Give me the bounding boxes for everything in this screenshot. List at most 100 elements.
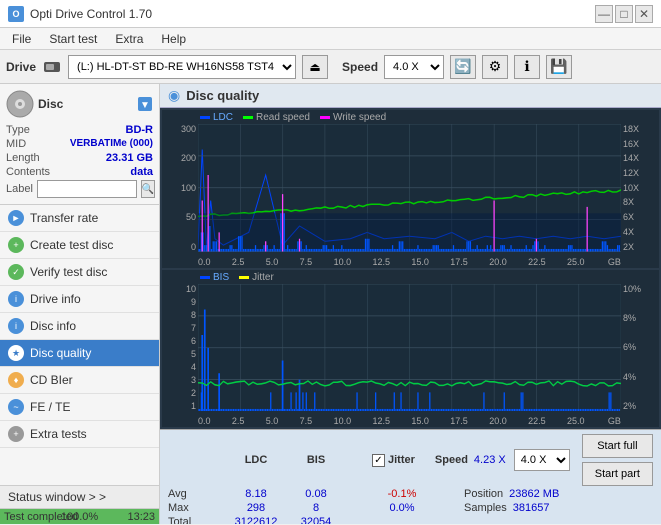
- chart2-x-axis: 0.0 2.5 5.0 7.5 10.0 12.5 15.0 17.5 20.0…: [198, 416, 621, 426]
- disc-quality-header: ◉ Disc quality: [160, 84, 661, 108]
- app-icon: O: [8, 6, 24, 22]
- y-label-right: 16X: [623, 139, 639, 149]
- y-label: 0: [191, 242, 196, 252]
- sidebar-item-cd-bier[interactable]: ♦ CD BIer: [0, 367, 159, 394]
- settings-button[interactable]: ⚙: [482, 55, 508, 79]
- disc-label-input[interactable]: [37, 180, 137, 198]
- progress-bar-container: Test completed 100.0% 13:23: [0, 508, 159, 524]
- svg-text:▼: ▼: [140, 100, 150, 111]
- save-button[interactable]: 💾: [546, 55, 572, 79]
- refresh-button[interactable]: 🔄: [450, 55, 476, 79]
- chart2-svg: [198, 284, 621, 412]
- status-window-button[interactable]: Status window > >: [0, 485, 159, 508]
- disc-type-value: BD-R: [126, 124, 154, 136]
- total-ldc: 3122612: [228, 516, 284, 524]
- drive-info-icon: i: [8, 291, 24, 307]
- status-window-label: Status window > >: [8, 490, 106, 504]
- menubar: File Start test Extra Help: [0, 28, 661, 50]
- y-label: 10: [186, 284, 196, 294]
- ldc-legend-color: [200, 116, 210, 119]
- sidebar-item-transfer-rate[interactable]: ► Transfer rate: [0, 205, 159, 232]
- stats-max-row: Max 298 8 0.0% Samples 381657: [164, 502, 657, 514]
- speed-select[interactable]: 4.0 X: [384, 55, 444, 79]
- sidebar-item-extra-tests[interactable]: + Extra tests: [0, 421, 159, 448]
- sidebar-item-label: Drive info: [30, 292, 81, 306]
- legend-jitter: Jitter: [239, 272, 274, 283]
- disc-contents-row: Contents data: [6, 166, 153, 178]
- menu-start-test[interactable]: Start test: [41, 30, 105, 48]
- chart2-y-axis-right: 10% 8% 6% 4% 2%: [621, 284, 659, 412]
- disc-length-row: Length 23.31 GB: [6, 152, 153, 164]
- speed-select-stats[interactable]: 4.0 X: [514, 449, 570, 471]
- menu-file[interactable]: File: [4, 30, 39, 48]
- sidebar-item-drive-info[interactable]: i Drive info: [0, 286, 159, 313]
- x-label: 17.5: [450, 257, 468, 267]
- eject-button[interactable]: ⏏: [302, 55, 328, 79]
- drive-select[interactable]: (L:) HL-DT-ST BD-RE WH16NS58 TST4: [68, 55, 296, 79]
- create-test-disc-icon: +: [8, 237, 24, 253]
- y-label-right: 14X: [623, 153, 639, 163]
- sidebar-item-label: Transfer rate: [30, 211, 98, 225]
- disc-length-label: Length: [6, 152, 40, 164]
- titlebar: O Opti Drive Control 1.70 — □ ✕: [0, 0, 661, 28]
- start-part-button[interactable]: Start part: [582, 462, 653, 486]
- x-label: 2.5: [232, 257, 245, 267]
- x-label: 25.0: [567, 416, 585, 426]
- minimize-button[interactable]: —: [595, 5, 613, 23]
- jitter-legend-color: [239, 276, 249, 279]
- y-label-right: 2X: [623, 242, 634, 252]
- disc-section-title: Disc: [38, 97, 63, 111]
- menu-extra[interactable]: Extra: [107, 30, 151, 48]
- disc-label-row: Label 🔍: [6, 180, 153, 198]
- jitter-legend-label: Jitter: [252, 272, 274, 283]
- y-label: 3: [191, 375, 196, 385]
- sidebar-item-disc-quality[interactable]: ★ Disc quality: [0, 340, 159, 367]
- transfer-rate-icon: ►: [8, 210, 24, 226]
- maximize-button[interactable]: □: [615, 5, 633, 23]
- max-bis: 8: [288, 502, 344, 514]
- legend-ldc: LDC: [200, 112, 233, 123]
- disc-label-btn[interactable]: 🔍: [141, 180, 155, 198]
- x-label: 12.5: [372, 416, 390, 426]
- x-label: 0.0: [198, 416, 211, 426]
- sidebar-item-fe-te[interactable]: ~ FE / TE: [0, 394, 159, 421]
- x-label: 5.0: [266, 416, 279, 426]
- legend-read-speed: Read speed: [243, 112, 310, 123]
- drive-icon: [42, 57, 62, 77]
- disc-header: Disc ▼: [6, 90, 153, 118]
- x-label: 7.5: [300, 257, 313, 267]
- x-label: 12.5: [372, 257, 390, 267]
- x-label: 17.5: [450, 416, 468, 426]
- legend-write-speed: Write speed: [320, 112, 386, 123]
- speed-select-container: 4.0 X: [514, 449, 570, 471]
- x-label: 15.0: [411, 257, 429, 267]
- start-full-button[interactable]: Start full: [582, 434, 653, 458]
- disc-mid-label: MID: [6, 138, 26, 150]
- sidebar-item-verify-test-disc[interactable]: ✓ Verify test disc: [0, 259, 159, 286]
- sidebar-item-label: Verify test disc: [30, 265, 107, 279]
- disc-options-icon[interactable]: ▼: [137, 96, 153, 112]
- max-ldc: 298: [228, 502, 284, 514]
- sidebar-item-create-test-disc[interactable]: + Create test disc: [0, 232, 159, 259]
- disc-icon: [6, 90, 34, 118]
- extra-tests-icon: +: [8, 426, 24, 442]
- chart1-legend: LDC Read speed Write speed: [200, 112, 386, 123]
- max-label: Max: [168, 502, 224, 514]
- avg-ldc: 8.18: [228, 488, 284, 500]
- y-label: 200: [181, 153, 196, 163]
- chart1-svg: [198, 124, 621, 252]
- drive-label: Drive: [6, 60, 36, 74]
- chart1-x-axis: 0.0 2.5 5.0 7.5 10.0 12.5 15.0 17.5 20.0…: [198, 257, 621, 267]
- titlebar-controls: — □ ✕: [595, 5, 653, 23]
- app-title: Opti Drive Control 1.70: [30, 7, 152, 21]
- x-unit: GB: [608, 257, 621, 267]
- sidebar-item-disc-info[interactable]: i Disc info: [0, 313, 159, 340]
- info-button[interactable]: ℹ: [514, 55, 540, 79]
- jitter-checkbox[interactable]: ✓: [372, 454, 385, 467]
- speed-label: Speed: [342, 60, 378, 74]
- sidebar-item-label: CD BIer: [30, 373, 73, 387]
- menu-help[interactable]: Help: [153, 30, 194, 48]
- x-label: 10.0: [334, 416, 352, 426]
- close-button[interactable]: ✕: [635, 5, 653, 23]
- disc-quality-header-icon: ◉: [168, 87, 180, 104]
